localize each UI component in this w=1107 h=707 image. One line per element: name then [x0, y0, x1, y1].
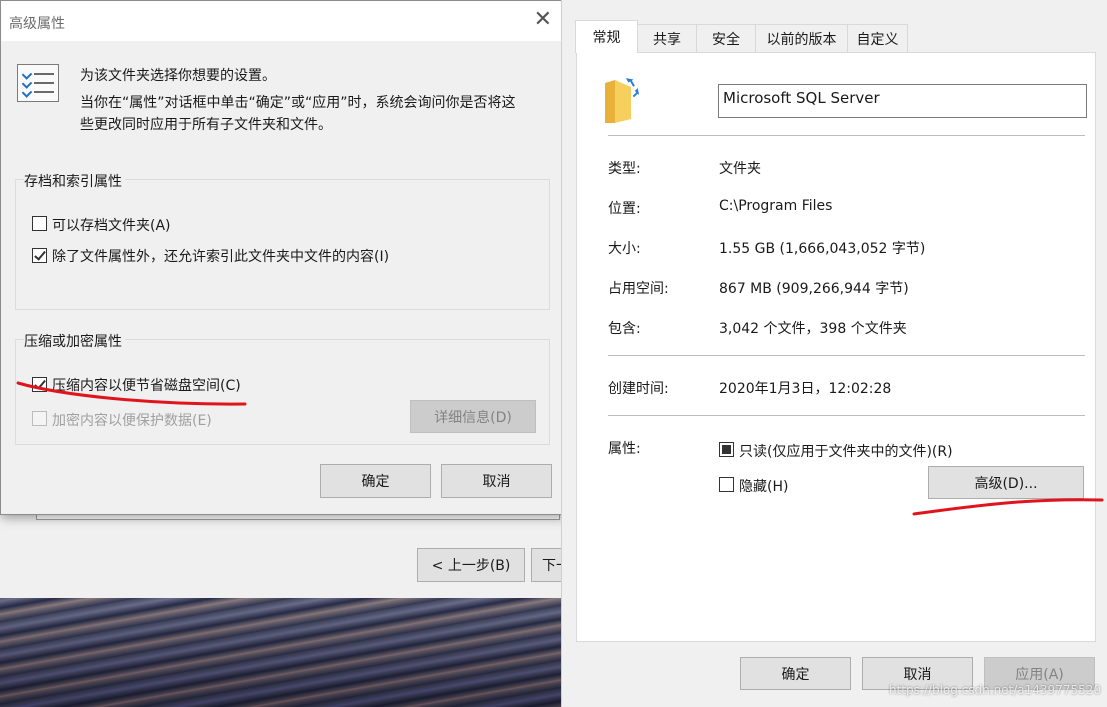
- tab-customize[interactable]: 自定义: [847, 24, 908, 52]
- tab-security[interactable]: 安全: [696, 24, 756, 52]
- folder-icon: [605, 78, 640, 123]
- folder-name-input[interactable]: Microsoft SQL Server: [718, 84, 1087, 118]
- created-value: 2020年1月3日，12:02:28: [719, 381, 892, 397]
- separator: [608, 415, 1085, 416]
- readonly-checkbox[interactable]: [719, 442, 734, 457]
- ok-button[interactable]: 确定: [320, 464, 431, 498]
- folder-properties-dialog: 常规 共享 安全 以前的版本 自定义 Microsoft SQL Server …: [561, 0, 1107, 707]
- close-icon[interactable]: ✕: [534, 9, 552, 31]
- size-on-disk-label: 占用空间:: [608, 281, 669, 297]
- tab-previous-versions[interactable]: 以前的版本: [755, 24, 848, 52]
- general-tab-panel: Microsoft SQL Server 类型: 文件夹 位置: C:\Prog…: [576, 52, 1096, 642]
- advanced-attributes-dialog: 高级属性 ✕ 为该文件夹选择你想要的设置。 当你在“属性”对话框中单击“确定”或…: [0, 0, 565, 515]
- intro-line-3: 些更改同时应用于所有子文件夹和文件。: [80, 117, 332, 133]
- compress-checkbox[interactable]: [32, 377, 47, 392]
- separator: [608, 355, 1085, 356]
- intro-line-2: 当你在“属性”对话框中单击“确定”或“应用”时，系统会询问你是否将这: [80, 95, 516, 111]
- contains-label: 包含:: [608, 321, 641, 337]
- location-label: 位置:: [608, 201, 641, 217]
- details-button[interactable]: 详细信息(D): [410, 400, 536, 433]
- encrypt-checkbox[interactable]: [32, 411, 47, 426]
- tab-sharing[interactable]: 共享: [637, 24, 697, 52]
- compress-group-title: 压缩或加密属性: [24, 331, 125, 351]
- size-on-disk-value: 867 MB (909,266,944 字节): [719, 281, 909, 297]
- size-label: 大小:: [608, 241, 641, 257]
- settings-list-icon: [17, 64, 59, 102]
- archive-checkbox[interactable]: [32, 216, 47, 231]
- archive-index-group: [15, 179, 550, 310]
- wizard-back-button[interactable]: < 上一步(B): [417, 548, 525, 582]
- intro-line-1: 为该文件夹选择你想要的设置。: [80, 68, 276, 84]
- tab-general[interactable]: 常规: [575, 20, 638, 53]
- contains-value: 3,042 个文件，398 个文件夹: [719, 321, 907, 337]
- location-value: C:\Program Files: [719, 198, 833, 214]
- index-label[interactable]: 除了文件属性外，还允许索引此文件夹中文件的内容(I): [52, 246, 389, 266]
- type-value: 文件夹: [719, 161, 761, 177]
- cancel-button[interactable]: 取消: [441, 464, 552, 498]
- separator: [608, 135, 1085, 136]
- readonly-label[interactable]: 只读(仅应用于文件夹中的文件)(R): [739, 441, 953, 461]
- watermark-text: https://blog.csdn.net/a1439775520: [888, 683, 1101, 697]
- props-ok-button[interactable]: 确定: [740, 657, 851, 690]
- attributes-label: 属性:: [608, 441, 641, 457]
- size-value: 1.55 GB (1,666,043,052 字节): [719, 241, 926, 257]
- created-label: 创建时间:: [608, 381, 669, 397]
- title-bar: 高级属性 ✕: [1, 1, 564, 41]
- encrypt-label[interactable]: 加密内容以便保护数据(E): [52, 410, 212, 430]
- desktop-wallpaper: [0, 595, 565, 707]
- type-label: 类型:: [608, 161, 641, 177]
- compress-label[interactable]: 压缩内容以便节省磁盘空间(C): [52, 375, 241, 395]
- hidden-checkbox[interactable]: [719, 477, 734, 492]
- hidden-label[interactable]: 隐藏(H): [739, 476, 788, 496]
- archive-label[interactable]: 可以存档文件夹(A): [52, 215, 171, 235]
- index-checkbox[interactable]: [32, 248, 47, 263]
- advanced-button[interactable]: 高级(D)...: [928, 466, 1084, 499]
- dialog-title: 高级属性: [9, 16, 65, 32]
- archive-group-title: 存档和索引属性: [24, 171, 125, 191]
